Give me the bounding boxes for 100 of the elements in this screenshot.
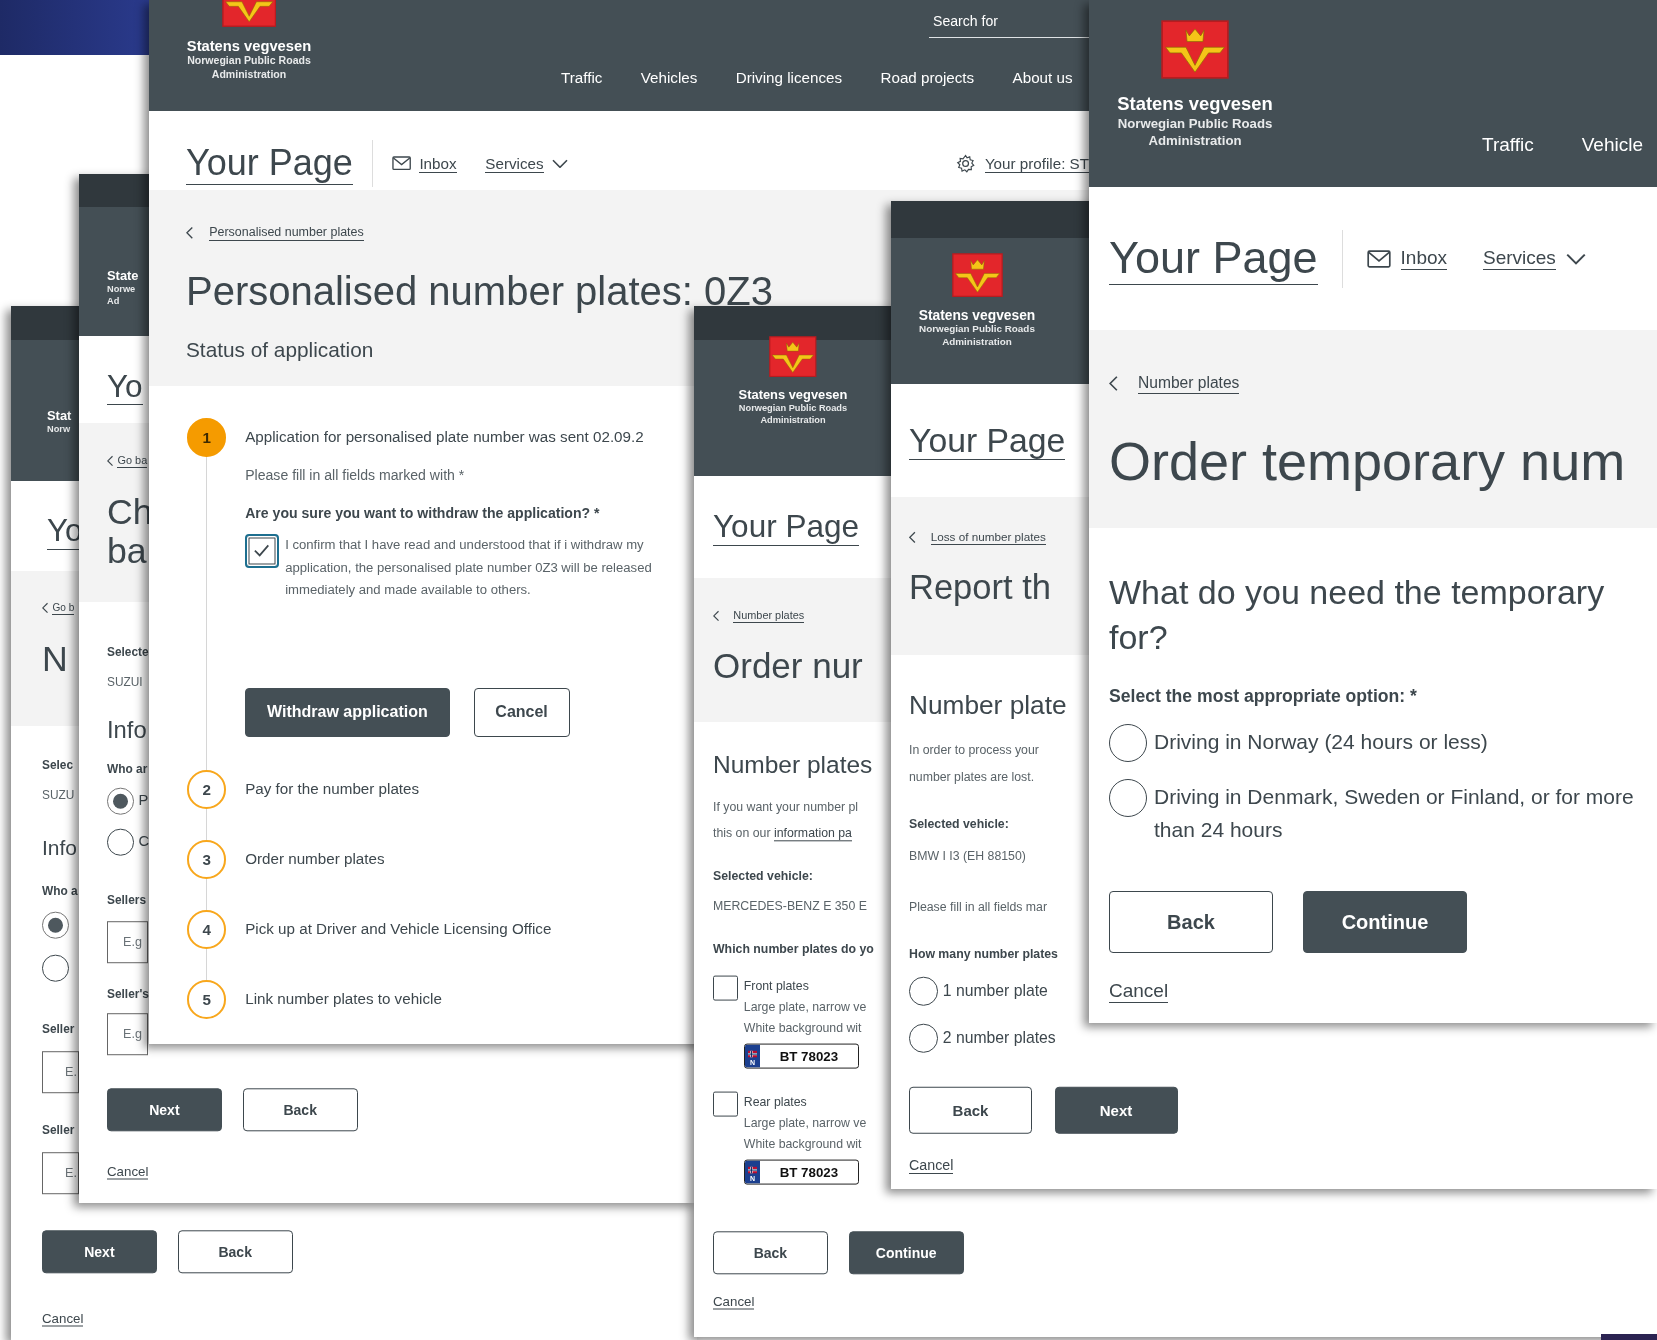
paragraph: this on our information pa bbox=[713, 825, 852, 844]
paragraph: If you want your number pl bbox=[713, 799, 859, 817]
primary-button[interactable]: Continue bbox=[848, 1231, 964, 1275]
input-field[interactable]: E. bbox=[42, 1051, 79, 1093]
page-heading: Ch ba bbox=[107, 492, 153, 572]
radio-button[interactable] bbox=[1109, 724, 1147, 762]
flag-icon bbox=[747, 1050, 757, 1058]
logo-subtitle: Norwegian Public Roads bbox=[919, 322, 1035, 336]
radio-button[interactable] bbox=[42, 954, 69, 982]
logo-title: State bbox=[107, 268, 139, 283]
input-field[interactable]: E.g bbox=[107, 921, 148, 963]
page-title[interactable]: Your Page bbox=[713, 508, 859, 546]
radio-button[interactable] bbox=[1109, 779, 1147, 817]
radio-label: P bbox=[138, 791, 149, 811]
information-link[interactable]: information pa bbox=[773, 826, 852, 842]
secondary-button[interactable]: Back bbox=[909, 1086, 1032, 1134]
primary-button[interactable]: Withdraw application bbox=[245, 687, 450, 738]
back-link[interactable]: Loss of number plates bbox=[930, 530, 1046, 546]
field-value: SUZU bbox=[42, 786, 75, 804]
plate-number: BT 78023 bbox=[778, 1163, 840, 1182]
back-link[interactable]: Go ba bbox=[117, 453, 148, 468]
cancel-link[interactable]: Cancel bbox=[909, 1157, 954, 1174]
field-label: Which number plates do yo bbox=[713, 941, 874, 959]
cancel-link[interactable]: Cancel bbox=[42, 1310, 84, 1327]
primary-button[interactable]: Next bbox=[42, 1230, 157, 1274]
inbox-link[interactable]: Inbox bbox=[1400, 247, 1447, 270]
inbox-link[interactable]: Inbox bbox=[419, 154, 457, 173]
cancel-link[interactable]: Cancel bbox=[107, 1163, 149, 1180]
cancel-link[interactable]: Cancel bbox=[1109, 980, 1169, 1003]
radio-button[interactable] bbox=[107, 828, 134, 856]
logo-title: Statens vegvesen bbox=[918, 307, 1036, 323]
input-field[interactable]: E.g bbox=[107, 1013, 148, 1055]
checkbox[interactable] bbox=[245, 534, 279, 568]
secondary-button[interactable]: Back bbox=[713, 1231, 828, 1275]
radio-button[interactable] bbox=[909, 976, 938, 1006]
primary-button[interactable]: Next bbox=[1054, 1086, 1178, 1134]
search-field[interactable]: Search for bbox=[929, 11, 1089, 38]
checkbox-label: Rear plates bbox=[743, 1093, 807, 1111]
page-title[interactable]: Your Page bbox=[186, 142, 353, 185]
page-title[interactable]: Your Page bbox=[909, 420, 1066, 461]
cancel-link[interactable]: Cancel bbox=[713, 1293, 755, 1310]
field-label: Selec bbox=[42, 756, 74, 774]
step-number: 2 bbox=[187, 770, 227, 809]
back-link[interactable]: Number plates bbox=[1138, 374, 1240, 394]
envelope-icon bbox=[392, 156, 412, 171]
nav-link[interactable]: Vehicle bbox=[1581, 134, 1643, 156]
step-title: Order number plates bbox=[245, 849, 385, 870]
back-link[interactable]: Go b bbox=[52, 601, 75, 615]
field-label: Who ar bbox=[107, 760, 148, 778]
radio-label: 1 number plate bbox=[942, 980, 1048, 1001]
services-menu[interactable]: Services bbox=[485, 154, 544, 173]
radio-button[interactable] bbox=[909, 1023, 938, 1053]
field-label: Selected vehicle: bbox=[713, 868, 813, 886]
field-label: Are you sure you want to withdraw the application? * bbox=[245, 503, 600, 523]
secondary-button[interactable]: Back bbox=[1109, 891, 1273, 953]
nav-link[interactable]: Traffic bbox=[561, 69, 603, 87]
page-title[interactable]: Yo bbox=[107, 367, 143, 406]
nav-link[interactable]: Driving licences bbox=[735, 69, 843, 87]
field-value: BMW I I3 (EH 88150) bbox=[909, 848, 1026, 866]
nav-link[interactable]: About us bbox=[1012, 69, 1073, 87]
field-label: Seller bbox=[42, 1121, 75, 1139]
input-field[interactable]: E. bbox=[42, 1152, 79, 1194]
back-link[interactable]: Personalised number plates bbox=[209, 225, 364, 242]
radio-button[interactable] bbox=[107, 787, 134, 815]
back-link[interactable]: Number plates bbox=[733, 608, 805, 623]
page-title[interactable]: Your Page bbox=[1109, 232, 1318, 285]
step-number: 4 bbox=[187, 910, 227, 949]
radio-label: Driving in Denmark, Sweden or Finland, or for more than 24 hours bbox=[1154, 784, 1635, 844]
section-heading: What do you need the temporary for? bbox=[1109, 572, 1605, 658]
secondary-button[interactable]: Back bbox=[177, 1230, 293, 1274]
primary-button[interactable]: Continue bbox=[1303, 891, 1467, 953]
nav-link[interactable]: Road projects bbox=[880, 69, 975, 87]
paragraph: number plates are lost. bbox=[909, 769, 1035, 787]
logo-subtitle: Norwe bbox=[107, 283, 136, 295]
radio-button[interactable] bbox=[42, 911, 69, 939]
page-heading: Order nur bbox=[713, 647, 863, 686]
radio-label: C bbox=[138, 832, 150, 852]
checkbox[interactable] bbox=[713, 1091, 739, 1117]
window-edge bbox=[1601, 1334, 1657, 1340]
step-title: Pay for the number plates bbox=[245, 779, 420, 799]
step-number: 3 bbox=[187, 840, 227, 879]
chevron-left-icon bbox=[107, 454, 114, 467]
radio-label: 2 number plates bbox=[942, 1027, 1056, 1048]
nav-link[interactable]: Traffic bbox=[1482, 134, 1534, 156]
logo-title: Statens vegvesen bbox=[738, 387, 848, 403]
field-label: Seller's bbox=[107, 985, 149, 1003]
logo-title: Statens vegvesen bbox=[186, 38, 312, 55]
logo-subtitle: Norwegian Public Roads bbox=[1117, 115, 1273, 133]
logo-title: Stat bbox=[47, 408, 72, 423]
page-heading: Report th bbox=[909, 569, 1051, 608]
chevron-left-icon bbox=[186, 226, 194, 240]
secondary-button[interactable]: Cancel bbox=[473, 687, 570, 738]
checkbox-label: I confirm that I have read and understood that if i withdraw my application, the personalised plate number 0Z3 will be released immediately and made available to others. bbox=[285, 536, 653, 599]
secondary-button[interactable]: Back bbox=[242, 1088, 358, 1132]
field-label: Who a bbox=[42, 882, 78, 900]
services-menu[interactable]: Services bbox=[1483, 247, 1556, 270]
checkbox[interactable] bbox=[713, 975, 739, 1001]
primary-button[interactable]: Next bbox=[107, 1088, 222, 1132]
nav-link[interactable]: Vehicles bbox=[640, 69, 698, 87]
envelope-icon bbox=[1366, 249, 1391, 268]
